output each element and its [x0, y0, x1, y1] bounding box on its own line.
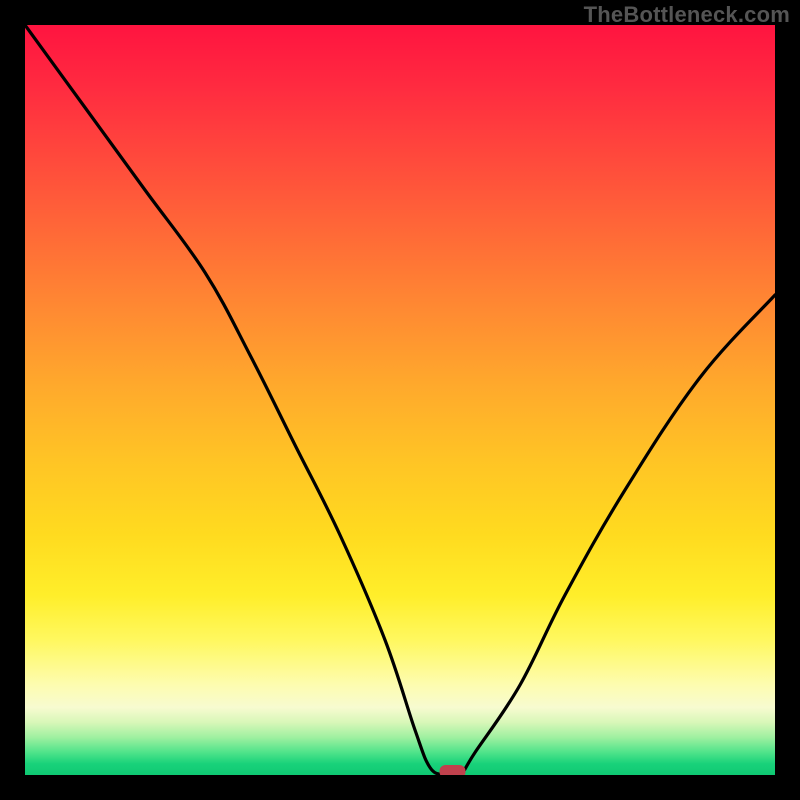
- curve-layer: [25, 25, 775, 775]
- bottleneck-curve: [25, 25, 775, 775]
- plot-area: [25, 25, 775, 775]
- valley-marker: [440, 765, 466, 775]
- chart-root: TheBottleneck.com: [0, 0, 800, 800]
- watermark-label: TheBottleneck.com: [584, 2, 790, 28]
